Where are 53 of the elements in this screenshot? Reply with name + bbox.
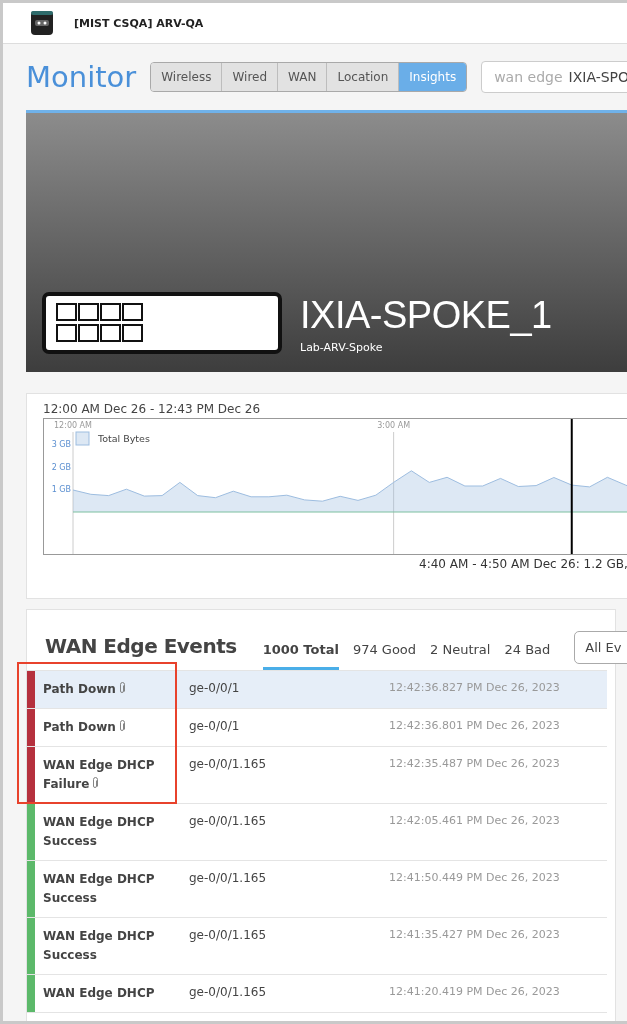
nav-tab[interactable]: WAN [278,63,328,91]
interface-name: ge-0/0/1 [189,680,241,697]
event-row[interactable]: WAN Edge DHCP Success ge-0/0/1.165 12:41:50.449 PM Dec 26, 2023 [27,861,607,918]
event-time: 12:41:50.449 PM Dec 26, 2023 [389,870,560,886]
page-title: Monitor [26,60,137,94]
app-logo-icon[interactable] [30,10,54,36]
interface-name: ge-0/0/1.165 [189,870,268,887]
event-name: Path Down [35,671,189,708]
interface-name: ge-0/0/1.165 [189,813,268,830]
event-row[interactable]: Path Down ge-0/0/1 12:42:36.801 PM Dec 26, 2023 [27,709,607,747]
tooltip-text: 4:40 AM - 4:50 AM Dec 26: 1.2 GB, [418,557,627,571]
site-name: Lab-ARV-Spoke [300,341,384,354]
event-row[interactable]: WAN Edge DHCP Success ge-0/0/1.165 12:42:05.461 PM Dec 26, 2023 [27,804,607,861]
event-row[interactable]: Path Down ge-0/0/1 12:42:36.827 PM Dec 26, 2023 [27,671,607,709]
event-type-dropdown[interactable]: All Ev [574,631,627,664]
legend-label: Total Bytes [98,433,150,444]
event-time: 12:42:35.487 PM Dec 26, 2023 [389,756,560,772]
event-name: WAN Edge DHCP Success [42,814,156,850]
event-name: Path Down [35,709,189,746]
device-name: IXIA-SPOKE_1 [300,294,552,337]
filter-tab[interactable]: 2 Neutral [430,642,491,670]
filter-tab[interactable]: 974 Good [352,642,417,670]
event-time: 12:41:20.419 PM Dec 26, 2023 [389,984,560,1000]
event-row[interactable]: WAN Edge DHCP Failure ge-0/0/1.165 12:42:35.487 PM Dec 26, 2023 [27,747,607,804]
search-placeholder: wan edge [494,69,563,85]
x-tick-label: 12:00 AM [54,421,92,430]
event-time: 12:41:35.427 PM Dec 26, 2023 [389,927,560,943]
event-time: 12:42:36.827 PM Dec 26, 2023 [389,680,560,696]
org-title: [MIST CSQA] ARV-QA [74,16,204,30]
y-tick-label: 1 GB [51,485,71,495]
x-tick-label: 3:00 AM [377,421,411,430]
event-row[interactable]: WAN Edge DHCP ge-0/0/1.165 12:41:20.419 PM Dec 26, 2023 [27,975,607,1013]
nav-tab[interactable]: Wired [222,63,279,91]
filter-tab[interactable]: 24 Bad [504,642,551,670]
interface-name: ge-0/0/1 [189,718,241,735]
legend-swatch [75,431,90,446]
event-name: WAN Edge DHCP Failure [42,757,156,793]
nav-tab[interactable]: Wireless [151,63,223,91]
section-title: WAN Edge Events [45,634,237,660]
event-name: WAN Edge DHCP [42,985,156,1002]
interface-name: ge-0/0/1.165 [189,756,268,773]
y-tick-label: 3 GB [51,440,71,450]
y-tick-label: 2 GB [51,462,71,472]
ports-icon [56,303,144,343]
event-row[interactable]: WAN Edge DHCP Success ge-0/0/1.165 12:41:35.427 PM Dec 26, 2023 [27,918,607,975]
event-name: WAN Edge DHCP Success [42,871,156,907]
interface-name: ge-0/0/1.165 [189,927,268,944]
event-time: 12:42:05.461 PM Dec 26, 2023 [389,813,560,829]
event-time: 12:42:36.801 PM Dec 26, 2023 [389,718,560,734]
interface-name: ge-0/0/1.165 [189,984,268,1001]
time-range: 12:00 AM Dec 26 - 12:43 PM Dec 26 [43,402,262,416]
nav-tab[interactable]: Location [327,63,400,91]
event-name: WAN Edge DHCP Success [42,928,156,964]
